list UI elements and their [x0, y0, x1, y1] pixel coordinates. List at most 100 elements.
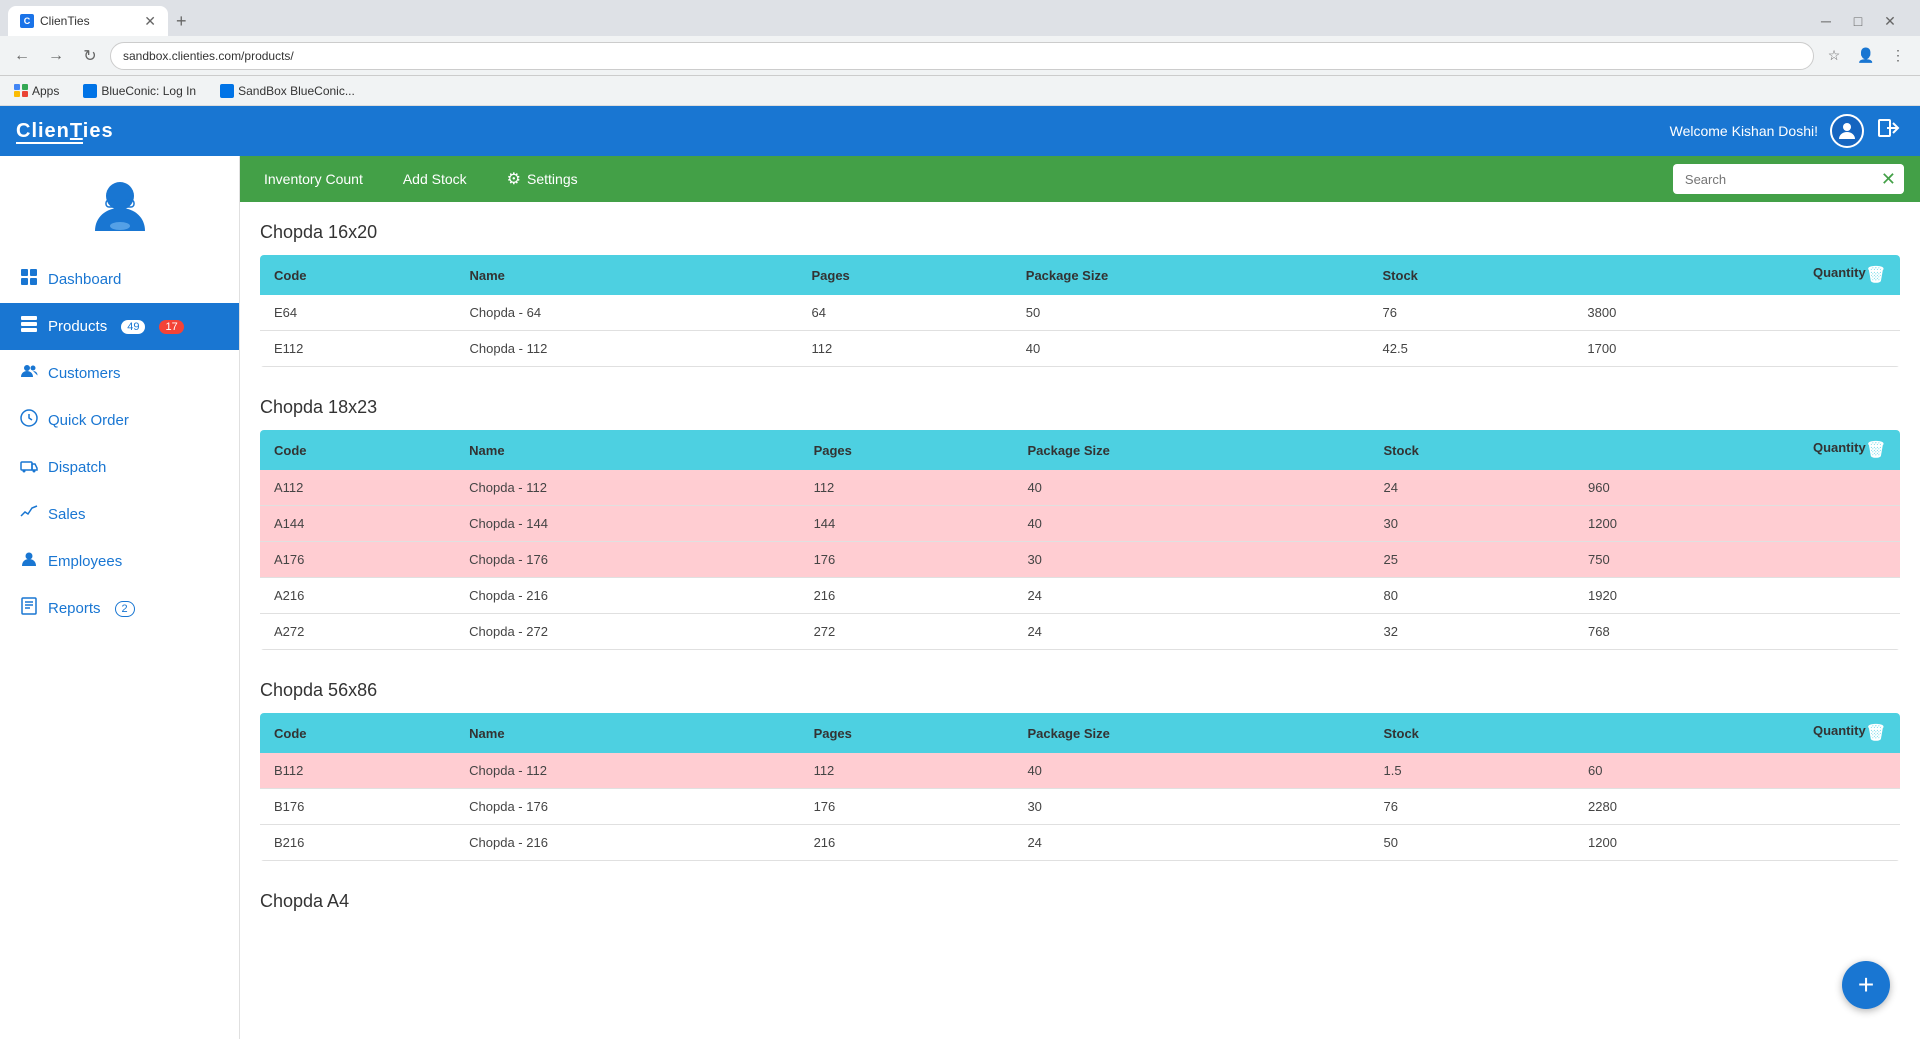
table-row[interactable]: A176 Chopda - 176 176 30 25 750	[260, 542, 1900, 578]
col-package-size: Package Size	[1013, 430, 1369, 470]
products-content: Chopda 16x20 Code Name Pages Package Siz…	[240, 202, 1920, 1039]
add-icon: +	[1858, 969, 1874, 1001]
delete-group-icon[interactable]: 🗑	[1866, 440, 1886, 460]
table-row[interactable]: A216 Chopda - 216 216 24 80 1920	[260, 578, 1900, 614]
cell-pages: 176	[800, 789, 1014, 825]
content-area: Dashboard Products 49 17 Customers	[0, 156, 1920, 1039]
browser-controls: ← → ↻ ☆ 👤 ⋮	[0, 36, 1920, 76]
menu-button[interactable]: ⋮	[1884, 42, 1912, 70]
search-clear-button[interactable]: ✕	[1873, 164, 1904, 194]
col-stock: Stock	[1369, 255, 1574, 295]
cell-pages: 144	[800, 506, 1014, 542]
settings-icon: ⚙	[507, 169, 521, 189]
sidebar-item-employees[interactable]: Employees	[0, 538, 239, 585]
add-product-button[interactable]: +	[1842, 961, 1890, 1009]
sidebar-item-dispatch[interactable]: Dispatch	[0, 444, 239, 491]
delete-group-icon[interactable]: 🗑	[1866, 265, 1886, 285]
forward-button[interactable]: →	[42, 42, 70, 70]
cell-name: Chopda - 176	[455, 542, 799, 578]
cell-pages: 216	[800, 578, 1014, 614]
cell-package-size: 40	[1013, 506, 1369, 542]
col-name: Name	[455, 430, 799, 470]
bookmark-star[interactable]: ☆	[1820, 42, 1848, 70]
delete-group-icon[interactable]: 🗑	[1866, 723, 1886, 743]
cell-name: Chopda - 112	[456, 331, 798, 367]
minimize-button[interactable]: ─	[1812, 7, 1840, 35]
bookmark-apps[interactable]: Apps	[8, 82, 65, 100]
cell-package-size: 40	[1013, 753, 1369, 789]
col-stock: Stock	[1370, 713, 1575, 753]
table-row[interactable]: E112 Chopda - 112 112 40 42.5 1700	[260, 331, 1900, 367]
table-row[interactable]: B176 Chopda - 176 176 30 76 2280	[260, 789, 1900, 825]
cell-code: B112	[260, 753, 455, 789]
product-group-chopda-16x20: Chopda 16x20 Code Name Pages Package Siz…	[260, 222, 1900, 367]
cell-package-size: 30	[1013, 789, 1369, 825]
sidebar-item-products[interactable]: Products 49 17	[0, 303, 239, 350]
cell-stock: 32	[1370, 614, 1575, 650]
settings-button[interactable]: ⚙ Settings	[499, 163, 586, 195]
inventory-count-button[interactable]: Inventory Count	[256, 165, 371, 193]
sidebar-item-sales[interactable]: Sales	[0, 491, 239, 538]
cell-quantity: 1200	[1574, 506, 1900, 542]
cell-stock: 24	[1370, 470, 1575, 506]
logout-button[interactable]	[1876, 114, 1904, 148]
tab-title: ClienTies	[40, 14, 90, 28]
avatar[interactable]	[1830, 114, 1864, 148]
sidebar-item-dashboard[interactable]: Dashboard	[0, 256, 239, 303]
product-table-chopda-56x86: Code Name Pages Package Size Stock Quant…	[260, 713, 1900, 861]
bookmark-sandbox[interactable]: SandBox BlueConic...	[214, 82, 361, 100]
table-row[interactable]: A272 Chopda - 272 272 24 32 768	[260, 614, 1900, 650]
col-quantity: Quantity 🗑	[1574, 430, 1900, 470]
maximize-button[interactable]: □	[1844, 7, 1872, 35]
active-tab[interactable]: C ClienTies ✕	[8, 6, 168, 36]
cell-stock: 76	[1370, 789, 1575, 825]
cell-quantity: 3800	[1573, 295, 1900, 331]
sidebar-nav: Dashboard Products 49 17 Customers	[0, 256, 239, 632]
products-badge: 49	[121, 320, 145, 334]
cell-name: Chopda - 112	[455, 753, 799, 789]
address-bar[interactable]	[110, 42, 1814, 70]
sidebar-item-customers[interactable]: Customers	[0, 350, 239, 397]
cell-stock: 30	[1370, 506, 1575, 542]
bookmark-blueconic[interactable]: BlueConic: Log In	[77, 82, 202, 100]
tab-favicon: C	[20, 14, 34, 28]
sidebar-item-reports[interactable]: Reports 2	[0, 585, 239, 632]
back-button[interactable]: ←	[8, 42, 36, 70]
table-row[interactable]: B216 Chopda - 216 216 24 50 1200	[260, 825, 1900, 861]
cell-stock: 76	[1369, 295, 1574, 331]
cell-stock: 80	[1370, 578, 1575, 614]
cell-name: Chopda - 272	[455, 614, 799, 650]
table-row[interactable]: A112 Chopda - 112 112 40 24 960	[260, 470, 1900, 506]
sidebar-item-quick-order[interactable]: Quick Order	[0, 397, 239, 444]
add-stock-button[interactable]: Add Stock	[395, 165, 475, 193]
browser-actions: ☆ 👤 ⋮	[1820, 42, 1912, 70]
top-navbar: ClienTies Welcome Kishan Doshi!	[0, 106, 1920, 156]
cell-name: Chopda - 176	[455, 789, 799, 825]
cell-code: B176	[260, 789, 455, 825]
cell-name: Chopda - 216	[455, 578, 799, 614]
table-row[interactable]: B112 Chopda - 112 112 40 1.5 60	[260, 753, 1900, 789]
table-row[interactable]: A144 Chopda - 144 144 40 30 1200	[260, 506, 1900, 542]
profile-button[interactable]: 👤	[1852, 42, 1880, 70]
new-tab-button[interactable]: +	[168, 7, 195, 36]
cell-code: A144	[260, 506, 455, 542]
group-title-chopda-56x86: Chopda 56x86	[260, 680, 1900, 701]
blueconic-icon	[83, 84, 97, 98]
cell-quantity: 1200	[1574, 825, 1900, 861]
cell-quantity: 60	[1574, 753, 1900, 789]
group-title-chopda-16x20: Chopda 16x20	[260, 222, 1900, 243]
cell-pages: 272	[800, 614, 1014, 650]
sidebar: Dashboard Products 49 17 Customers	[0, 156, 240, 1039]
reload-button[interactable]: ↻	[76, 42, 104, 70]
reports-icon	[20, 597, 38, 620]
customers-icon	[20, 362, 38, 385]
product-table-chopda-18x23: Code Name Pages Package Size Stock Quant…	[260, 430, 1900, 650]
add-stock-label: Add Stock	[403, 171, 467, 187]
close-window-button[interactable]: ✕	[1876, 7, 1904, 35]
table-row[interactable]: E64 Chopda - 64 64 50 76 3800	[260, 295, 1900, 331]
cell-package-size: 30	[1013, 542, 1369, 578]
tab-close-button[interactable]: ✕	[144, 14, 156, 28]
search-input[interactable]	[1673, 166, 1873, 193]
cell-package-size: 24	[1013, 578, 1369, 614]
cell-code: B216	[260, 825, 455, 861]
